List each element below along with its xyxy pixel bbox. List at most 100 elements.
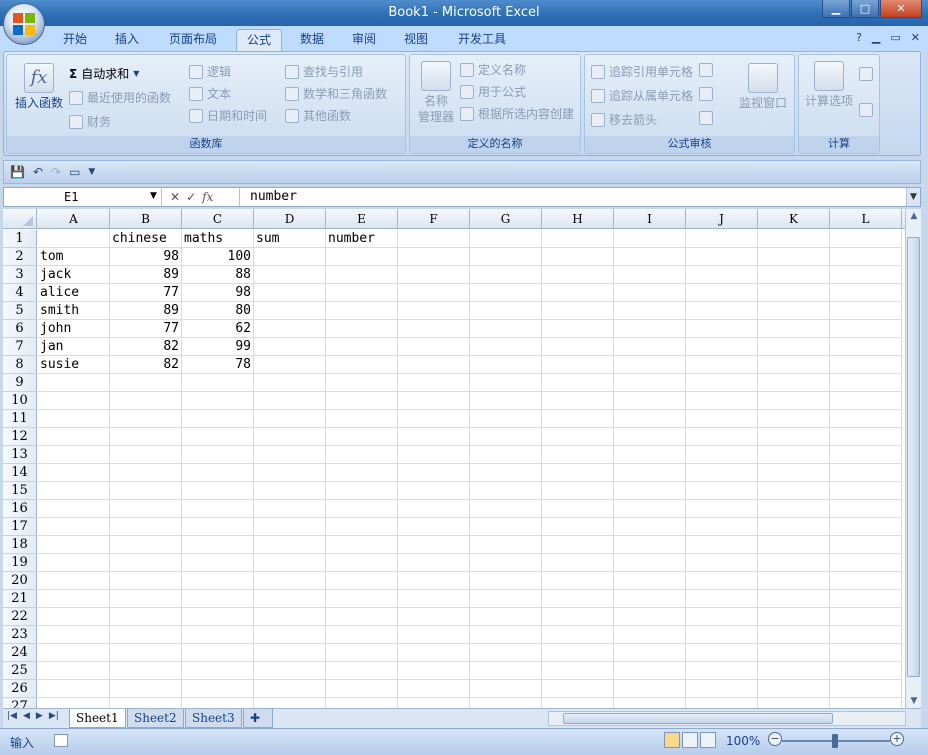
cell-k8[interactable]: [758, 356, 830, 374]
financial-button[interactable]: 财务: [69, 113, 111, 130]
cell-g4[interactable]: [470, 284, 542, 302]
cell-i8[interactable]: [614, 356, 686, 374]
cell-k19[interactable]: [758, 554, 830, 572]
normal-view-button[interactable]: [664, 732, 680, 748]
cell-g20[interactable]: [470, 572, 542, 590]
cell-l14[interactable]: [830, 464, 902, 482]
cell-i22[interactable]: [614, 608, 686, 626]
insert-sheet-button[interactable]: ✚: [243, 709, 273, 728]
cell-d11[interactable]: [254, 410, 326, 428]
row-header-3[interactable]: 3: [3, 266, 37, 284]
formula-bar-expand-icon[interactable]: ▼: [906, 188, 920, 206]
cell-k10[interactable]: [758, 392, 830, 410]
cell-a4[interactable]: alice: [38, 284, 110, 302]
cell-c11[interactable]: [182, 410, 254, 428]
column-header-g[interactable]: G: [470, 209, 542, 229]
trace-precedents-button[interactable]: 追踪引用单元格: [591, 63, 693, 80]
trace-dependents-button[interactable]: 追踪从属单元格: [591, 87, 693, 104]
cell-b20[interactable]: [110, 572, 182, 590]
column-header-l[interactable]: L: [830, 209, 902, 229]
row-header-18[interactable]: 18: [3, 536, 37, 554]
sheet-tab-3[interactable]: Sheet3: [185, 709, 242, 728]
cell-h25[interactable]: [542, 662, 614, 680]
cell-g25[interactable]: [470, 662, 542, 680]
cell-c3[interactable]: 88: [182, 266, 254, 284]
cell-f13[interactable]: [398, 446, 470, 464]
cell-j13[interactable]: [686, 446, 758, 464]
cell-j27[interactable]: [686, 698, 758, 708]
cell-a13[interactable]: [38, 446, 110, 464]
cell-j6[interactable]: [686, 320, 758, 338]
cell-b16[interactable]: [110, 500, 182, 518]
cell-l17[interactable]: [830, 518, 902, 536]
cell-b6[interactable]: 77: [110, 320, 182, 338]
cell-k27[interactable]: [758, 698, 830, 708]
cell-a1[interactable]: [38, 230, 110, 248]
cell-l6[interactable]: [830, 320, 902, 338]
row-header-2[interactable]: 2: [3, 248, 37, 266]
office-button[interactable]: [3, 3, 45, 45]
next-sheet-icon[interactable]: ▶: [36, 711, 43, 721]
cell-f24[interactable]: [398, 644, 470, 662]
cell-l9[interactable]: [830, 374, 902, 392]
cell-l21[interactable]: [830, 590, 902, 608]
zoom-out-icon[interactable]: −: [768, 732, 782, 746]
cell-k15[interactable]: [758, 482, 830, 500]
zoom-level[interactable]: 100%: [726, 734, 760, 748]
cell-j2[interactable]: [686, 248, 758, 266]
tab-formulas[interactable]: 公式: [236, 29, 282, 51]
row-header-4[interactable]: 4: [3, 284, 37, 302]
cell-a12[interactable]: [38, 428, 110, 446]
cell-i13[interactable]: [614, 446, 686, 464]
cell-h11[interactable]: [542, 410, 614, 428]
cell-c23[interactable]: [182, 626, 254, 644]
column-header-b[interactable]: B: [110, 209, 182, 229]
cell-i19[interactable]: [614, 554, 686, 572]
cell-e24[interactable]: [326, 644, 398, 662]
cell-h3[interactable]: [542, 266, 614, 284]
cell-j12[interactable]: [686, 428, 758, 446]
cell-b21[interactable]: [110, 590, 182, 608]
cell-b2[interactable]: 98: [110, 248, 182, 266]
cell-f19[interactable]: [398, 554, 470, 572]
cell-a21[interactable]: [38, 590, 110, 608]
cell-j16[interactable]: [686, 500, 758, 518]
cell-k25[interactable]: [758, 662, 830, 680]
cell-i3[interactable]: [614, 266, 686, 284]
redo-icon[interactable]: ↷: [51, 165, 61, 179]
cell-e16[interactable]: [326, 500, 398, 518]
cell-e14[interactable]: [326, 464, 398, 482]
close-button[interactable]: ✕: [880, 0, 922, 18]
cell-h15[interactable]: [542, 482, 614, 500]
cell-b24[interactable]: [110, 644, 182, 662]
cell-a17[interactable]: [38, 518, 110, 536]
cell-h10[interactable]: [542, 392, 614, 410]
cell-k26[interactable]: [758, 680, 830, 698]
cell-l25[interactable]: [830, 662, 902, 680]
cell-h13[interactable]: [542, 446, 614, 464]
cell-j26[interactable]: [686, 680, 758, 698]
cell-k6[interactable]: [758, 320, 830, 338]
cell-a23[interactable]: [38, 626, 110, 644]
cell-l12[interactable]: [830, 428, 902, 446]
cell-b5[interactable]: 89: [110, 302, 182, 320]
cell-h18[interactable]: [542, 536, 614, 554]
cell-c4[interactable]: 98: [182, 284, 254, 302]
page-break-view-button[interactable]: [700, 732, 716, 748]
formula-input[interactable]: number: [250, 188, 297, 206]
cell-c20[interactable]: [182, 572, 254, 590]
cell-l1[interactable]: [830, 230, 902, 248]
row-header-23[interactable]: 23: [3, 626, 37, 644]
cell-e27[interactable]: [326, 698, 398, 708]
column-header-h[interactable]: H: [542, 209, 614, 229]
cell-e21[interactable]: [326, 590, 398, 608]
cell-h22[interactable]: [542, 608, 614, 626]
cell-b14[interactable]: [110, 464, 182, 482]
cell-d25[interactable]: [254, 662, 326, 680]
cell-c8[interactable]: 78: [182, 356, 254, 374]
row-header-13[interactable]: 13: [3, 446, 37, 464]
row-header-26[interactable]: 26: [3, 680, 37, 698]
cell-k11[interactable]: [758, 410, 830, 428]
cell-j9[interactable]: [686, 374, 758, 392]
cell-g12[interactable]: [470, 428, 542, 446]
